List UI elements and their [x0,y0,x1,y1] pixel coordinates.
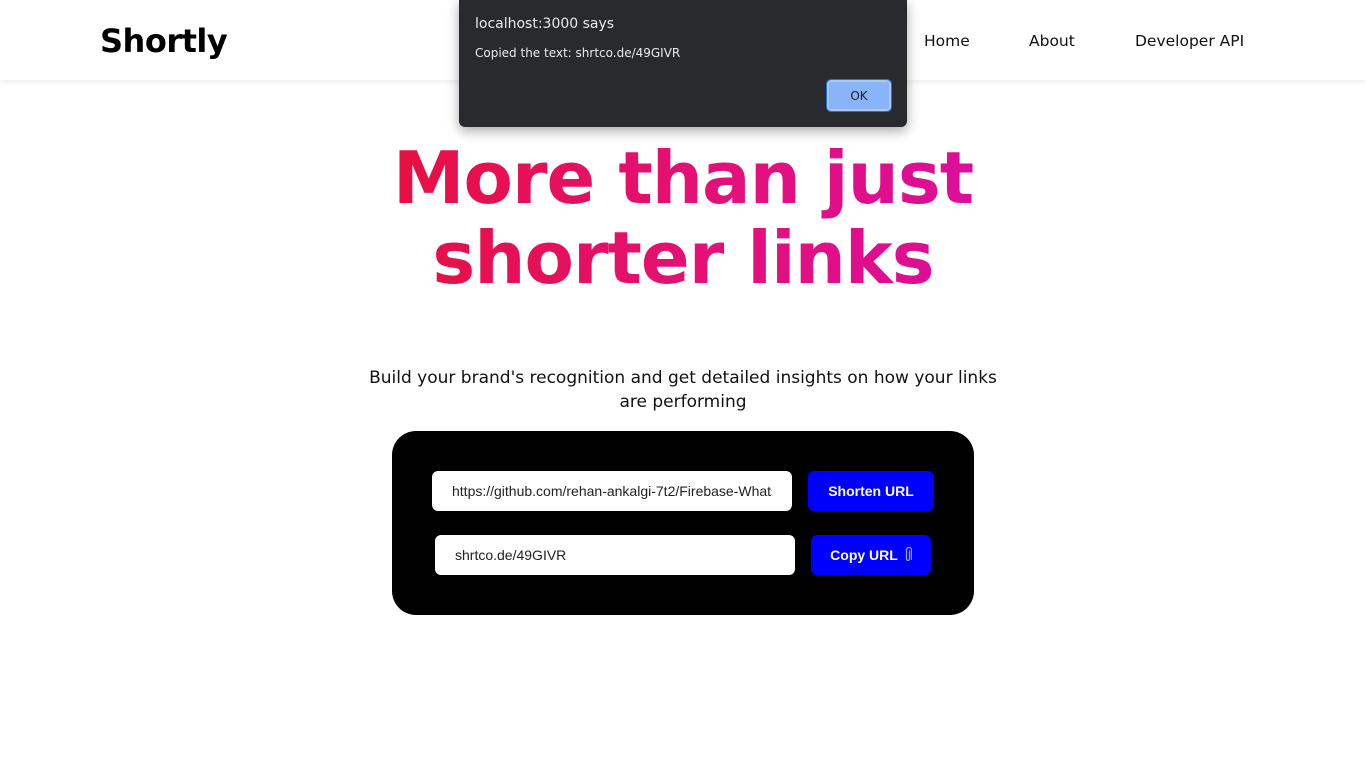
paperclip-icon [904,547,912,563]
shortener-card: Shorten URL Copy URL [392,431,974,615]
brand-logo[interactable]: Shortly [100,22,228,60]
hero-title-line-2: shorter links [432,216,934,300]
alert-ok-button[interactable]: OK [826,79,892,112]
hero-title-line-1: More than just [392,136,974,220]
short-url-output[interactable] [435,535,795,575]
alert-dialog: localhost:3000 says Copied the text: shr… [459,0,907,127]
nav-link-about[interactable]: About [1029,32,1075,50]
shorten-url-button[interactable]: Shorten URL [808,471,934,511]
nav-link-developer-api[interactable]: Developer API [1135,32,1244,50]
alert-title: localhost:3000 says [475,16,615,32]
alert-message: Copied the text: shrtco.de/49GIVR [475,46,681,60]
copy-url-button[interactable]: Copy URL [811,535,931,575]
copy-url-button-label: Copy URL [830,547,898,563]
long-url-input[interactable] [432,471,792,511]
hero-title: More than just shorter links [283,138,1083,298]
nav-link-home[interactable]: Home [924,32,970,50]
hero-subtitle: Build your brand's recognition and get d… [369,368,997,412]
shorten-url-button-label: Shorten URL [828,483,914,499]
